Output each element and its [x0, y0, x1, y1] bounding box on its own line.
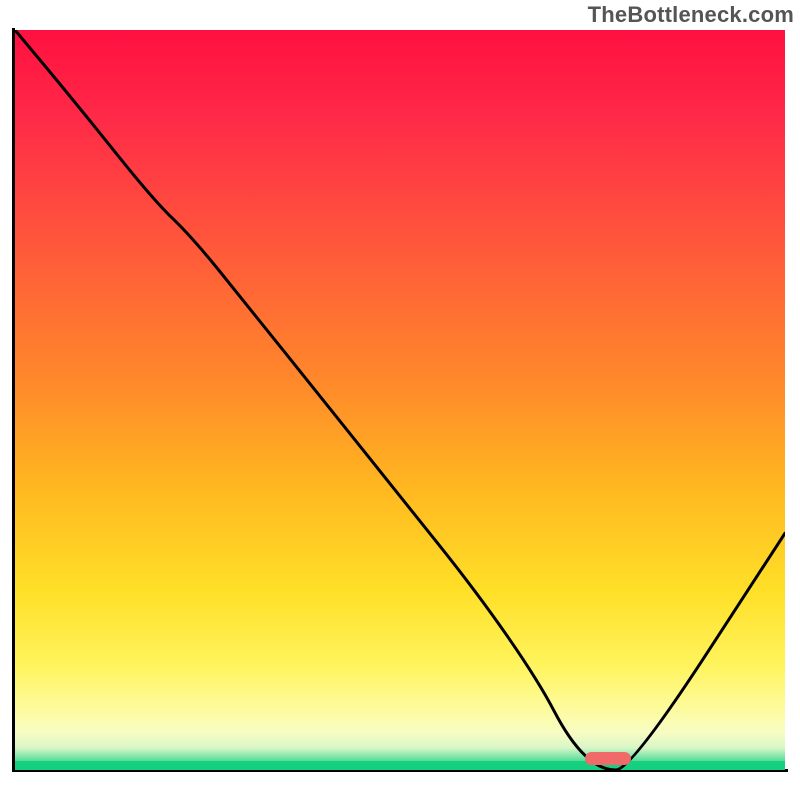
watermark-text: TheBottleneck.com: [588, 2, 794, 28]
chart-stage: TheBottleneck.com: [0, 0, 800, 800]
plot-area: [15, 30, 785, 770]
heat-gradient-background: [15, 30, 785, 770]
green-baseline-band: [15, 761, 785, 770]
optimal-range-marker: [585, 752, 631, 765]
